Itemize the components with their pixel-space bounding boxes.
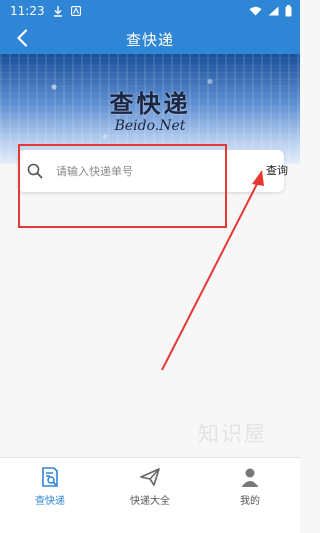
nav-label: 我的 [240, 496, 260, 507]
app-notification-icon [70, 6, 81, 16]
watermark: 知识屋 [198, 422, 267, 446]
page-title: 查快递 [125, 31, 174, 49]
nav-label: 查快递 [35, 496, 65, 507]
nav-item-query-express[interactable]: 查快递 [0, 458, 100, 533]
banner-title: 查快递 [109, 89, 191, 118]
status-left: 11:23 [10, 4, 81, 18]
battery-icon [285, 5, 292, 17]
nav-item-express-directory[interactable]: 快递大全 [100, 458, 200, 533]
status-right [249, 5, 292, 17]
query-button[interactable]: 查询 [254, 160, 300, 182]
nav-item-mine[interactable]: 我的 [200, 458, 300, 533]
banner-subtitle: Beido.Net [114, 118, 186, 134]
search-document-icon [42, 467, 58, 487]
status-time: 11:23 [10, 4, 45, 18]
signal-icon [268, 6, 279, 16]
wifi-icon [249, 6, 262, 16]
nav-label: 快递大全 [130, 496, 170, 507]
annotation-highlight-box [18, 144, 227, 228]
status-bar: 11:23 [0, 0, 300, 22]
paper-plane-icon [140, 468, 160, 486]
bottom-nav: 查快递 快递大全 我的 [0, 457, 300, 533]
user-icon [241, 468, 259, 487]
download-icon [53, 5, 62, 17]
title-bar: 查快递 [0, 22, 300, 54]
